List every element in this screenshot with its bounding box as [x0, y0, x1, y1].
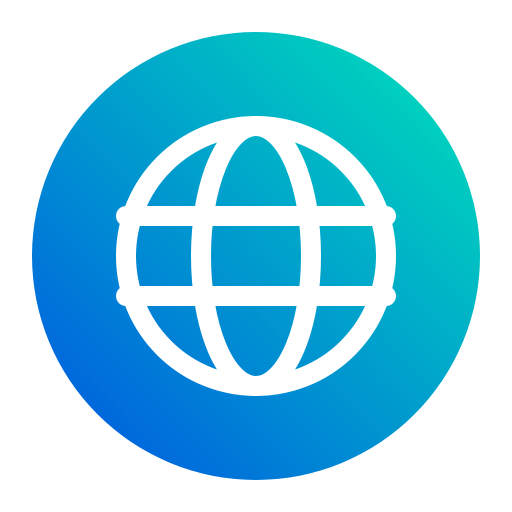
- app-icon: [0, 0, 512, 512]
- icon-background-circle: [32, 32, 480, 480]
- globe-icon: [32, 32, 480, 480]
